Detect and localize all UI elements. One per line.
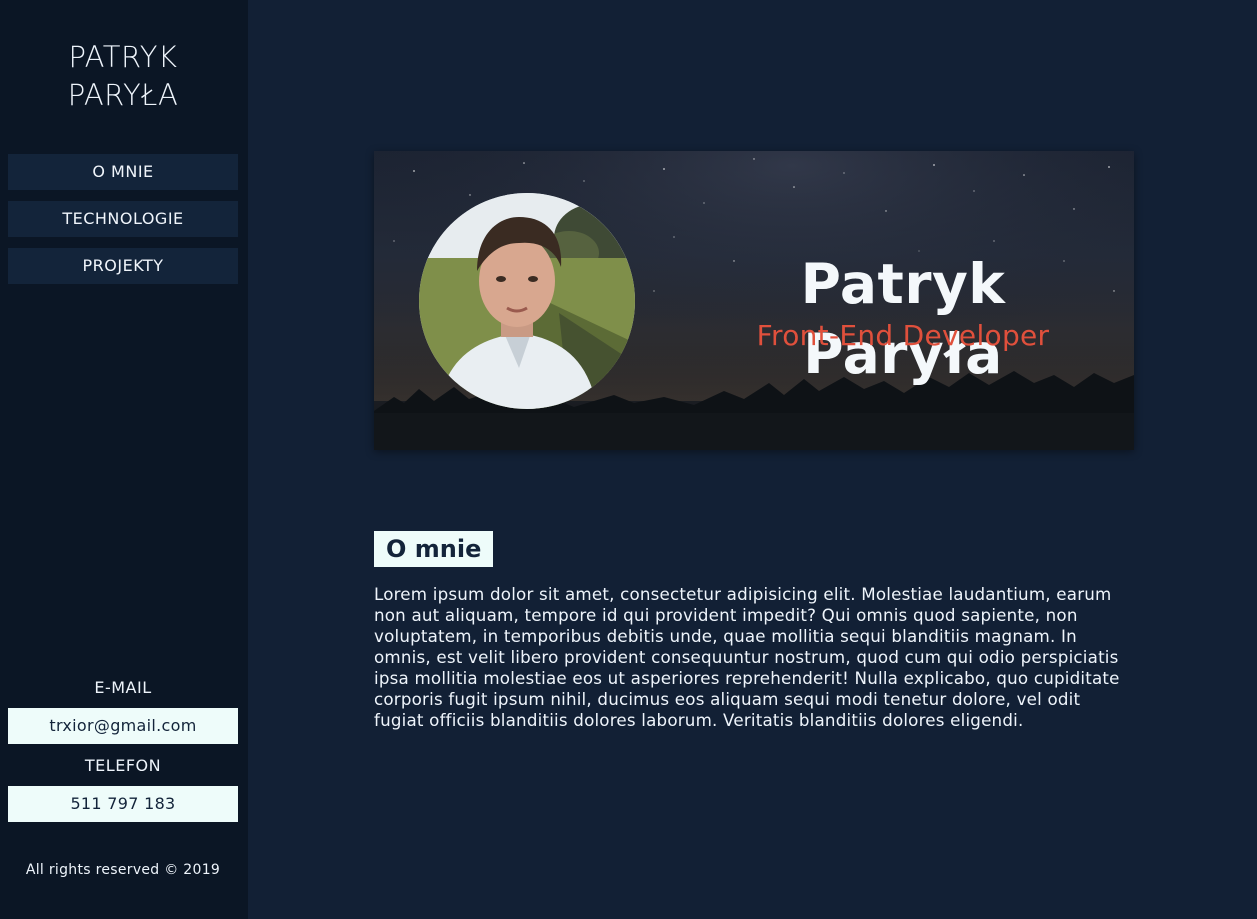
sidebar-nav: O MNIE TECHNOLOGIE PROJEKTY	[8, 154, 238, 295]
sidebar: PATRYK PARYŁA O MNIE TECHNOLOGIE PROJEKT…	[0, 0, 248, 919]
copyright-footer: All rights reserved © 2019	[25, 862, 221, 878]
phone-label: TELEFON	[84, 756, 162, 775]
brand-line-first: PATRYK	[68, 40, 178, 74]
email-label: E-MAIL	[94, 678, 152, 697]
nav-item-technologies[interactable]: TECHNOLOGIE	[8, 201, 238, 237]
email-value[interactable]: trxior@gmail.com	[8, 708, 238, 744]
brand-line-last: PARYŁA	[67, 78, 179, 112]
brand-logo[interactable]: PATRYK PARYŁA	[0, 38, 246, 114]
nav-item-about[interactable]: O MNIE	[8, 154, 238, 190]
avatar	[419, 193, 635, 409]
hero-role: Front-End Developer	[756, 319, 1050, 352]
nav-item-projects[interactable]: PROJEKTY	[8, 248, 238, 284]
section-title-about: O mnie	[374, 531, 494, 567]
phone-value[interactable]: 511 797 183	[8, 786, 238, 822]
hero-banner: Patryk Paryła Front-End Developer	[374, 151, 1134, 450]
section-body-about: Lorem ipsum dolor sit amet, consectetur …	[374, 584, 1120, 730]
profile-photo	[419, 193, 635, 409]
